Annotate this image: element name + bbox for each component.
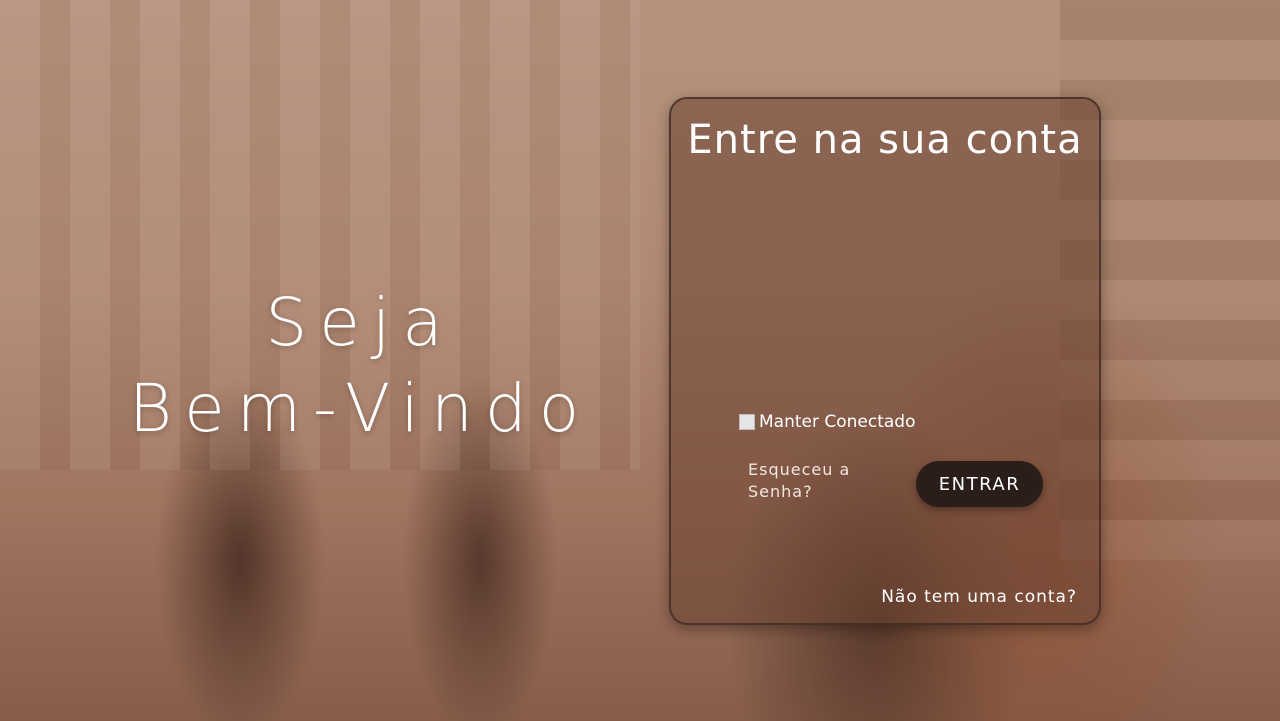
login-card: Entre na sua conta Manter Conectado Esqu… bbox=[669, 97, 1101, 625]
welcome-heading: Seja Bem-Vindo bbox=[100, 280, 620, 452]
signup-link[interactable]: Não tem uma conta? bbox=[881, 587, 1077, 607]
welcome-line-1: Seja bbox=[265, 284, 455, 361]
remember-me-checkbox[interactable] bbox=[739, 414, 755, 430]
remember-me-label: Manter Conectado bbox=[759, 412, 916, 432]
welcome-line-2: Bem-Vindo bbox=[128, 370, 592, 447]
remember-me[interactable]: Manter Conectado bbox=[739, 412, 916, 432]
login-button[interactable]: ENTRAR bbox=[916, 461, 1043, 507]
login-title: Entre na sua conta bbox=[687, 117, 1083, 163]
forgot-password-link[interactable]: Esqueceu a Senha? bbox=[748, 459, 868, 503]
